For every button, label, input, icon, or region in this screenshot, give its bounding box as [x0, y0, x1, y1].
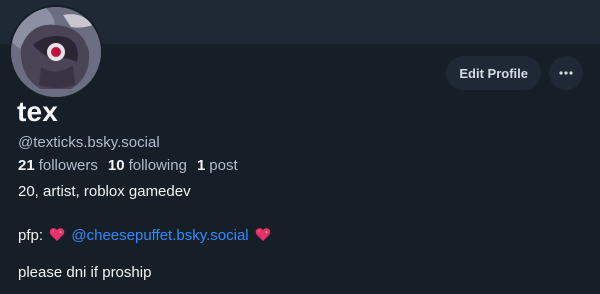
profile-stats: 21 followers 10 following 1 post [18, 157, 238, 174]
ellipsis-icon [559, 71, 573, 75]
avatar[interactable] [9, 5, 103, 99]
profile-actions: Edit Profile [446, 56, 583, 90]
followers-label: followers [38, 157, 98, 174]
posts-count: 1 [196, 157, 206, 174]
mention-link[interactable]: @cheesepuffet.bsky.social [71, 227, 248, 244]
followers-count: 21 [18, 157, 35, 174]
bio-line-2: pfp: @cheesepuffet.bsky.social [18, 227, 273, 244]
avatar-image [11, 7, 101, 97]
bio-line-3: please dni if proship [18, 264, 152, 281]
sparkling-heart-icon [255, 228, 271, 241]
posts-stat: 1 post [197, 157, 238, 174]
following-count: 10 [107, 157, 125, 174]
edit-profile-button[interactable]: Edit Profile [446, 56, 541, 90]
more-options-button[interactable] [549, 56, 583, 90]
posts-label: post [209, 157, 238, 174]
bio-pfp-prefix: pfp: [18, 227, 44, 244]
profile-handle: @texticks.bsky.social [18, 134, 160, 151]
following-label: following [128, 157, 187, 174]
sparkling-heart-icon [49, 228, 65, 241]
profile-page: Edit Profile tex @texticks.bsky.social 2… [0, 0, 600, 294]
bio-line-1: 20, artist, roblox gamedev [18, 183, 191, 200]
display-name: tex [17, 96, 59, 127]
followers-stat[interactable]: 21 followers [18, 157, 98, 174]
following-stat[interactable]: 10 following [108, 157, 187, 174]
